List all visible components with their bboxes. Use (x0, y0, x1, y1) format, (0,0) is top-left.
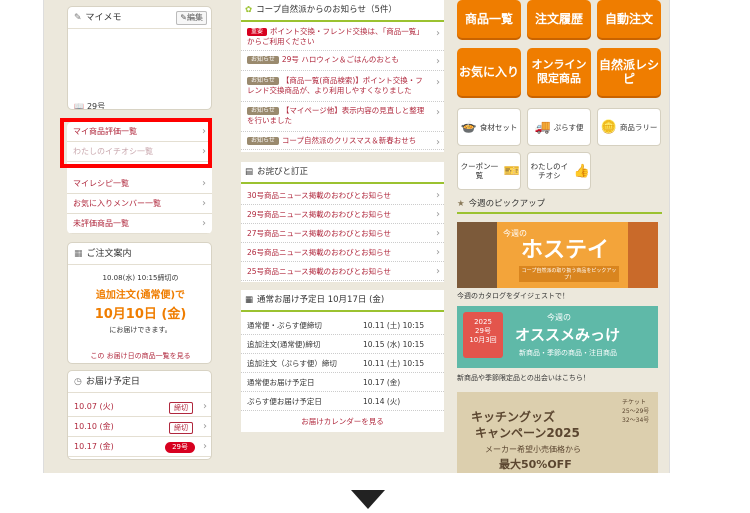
important-tag: 重要 (247, 28, 268, 36)
link-unrated-items[interactable]: 未評価商品一覧 (67, 214, 212, 234)
coupon-icon: 🎫 (503, 163, 520, 179)
auto-order-button[interactable]: 自動注文 (597, 0, 661, 38)
delivery-row: 通常便お届け予定日 10.17 (金) (241, 373, 444, 392)
memo-issue-number: 📖 29号 (74, 102, 106, 110)
food-set-icon: 🍲 (460, 119, 477, 135)
apology-item[interactable]: 25号商品ニュース掲載のおわびとお知らせ (241, 262, 444, 281)
notice-tag: お知らせ (247, 77, 279, 85)
schedule-row[interactable]: 10.17 (金) 29号 › (68, 437, 211, 457)
deadline-badge: 締切 (169, 402, 193, 414)
delivery-section: ▦ 通常お届け予定日 10月17日 (金) 通常便・ぷらす便締切 10.11 (土… (241, 290, 444, 432)
delivery-title: 通常お届け予定日 10月17日 (金) (257, 295, 385, 305)
browser-screenshot: ✎ マイメモ ✎編集 📖 29号 マイ商品評価一覧 わたしのイチオシ一覧 マイレ… (43, 0, 670, 473)
osusume-title: オススメみっけ (515, 326, 621, 344)
order-type-text: 追加注文(通常便)で (95, 290, 186, 301)
calendar-icon: ▦ (74, 248, 83, 259)
chevron-right-icon: › (203, 421, 207, 432)
leaf-icon: ✿ (245, 5, 253, 15)
favorites-button[interactable]: お気に入り (457, 48, 521, 96)
order-info-panel: ▦ ご注文案内 10.08(水) 10:15締切の 追加注文(通常便)で 10月… (67, 242, 212, 364)
issue-badge: 2025 29号 10月3回 (463, 312, 503, 358)
link-my-recipes[interactable]: マイレシピ一覧 (67, 174, 212, 194)
order-items-link[interactable]: この お届け日の商品一覧を見る (68, 351, 211, 361)
star-icon: ★ (457, 199, 465, 209)
hostei-banner[interactable]: 今週の ホステイ コープ自然派の取り扱う商品をピックアップ！ (457, 222, 658, 288)
online-limited-button[interactable]: オンライン限定商品 (527, 48, 591, 96)
schedule-title: お届け予定日 (85, 376, 140, 387)
document-icon: ▤ (245, 167, 254, 177)
my-memo-panel: ✎ マイメモ ✎編集 📖 29号 (67, 6, 212, 110)
order-deadline-text: 10.08(水) 10:15締切の (102, 274, 179, 282)
thumbs-up-icon: 👍 (573, 163, 590, 179)
pickup-title: ★ 今週のピックアップ (457, 196, 662, 214)
hostei-caption: 今週のカタログをダイジェストで！ (457, 292, 569, 300)
notice-tag: お知らせ (247, 107, 279, 115)
recipe-button[interactable]: 自然派レシピ (597, 48, 661, 96)
news-item[interactable]: お知らせ 【商品一覧(商品検索)】ポイント交換・フレンド交換商品が、より利用しやす… (241, 76, 444, 102)
order-history-button[interactable]: 注文履歴 (527, 0, 591, 38)
delivery-row: ぷらす便お届け予定日 10.14 (火) (241, 392, 444, 411)
calendar-icon: ▦ (245, 295, 254, 305)
product-rally-button[interactable]: 🪙 商品ラリー (597, 108, 661, 146)
hostei-title: ホステイ (521, 238, 610, 263)
order-note-text: にお届けできます。 (109, 326, 172, 334)
news-item[interactable]: 重要 ポイント交換・フレンド交換は、「商品一覧」からご利用ください (241, 27, 444, 51)
apology-item[interactable]: 30号商品ニュース掲載のおわびとお知らせ (241, 186, 444, 205)
chevron-right-icon: › (203, 401, 207, 412)
coins-icon: 🪙 (600, 119, 617, 135)
book-icon: 📖 (74, 102, 84, 110)
delivery-row: 追加注文(通常便)締切 10.15 (水) 10:15 (241, 335, 444, 354)
osusume-caption: 新商品や季節限定品との出会いはこちら！ (457, 374, 590, 382)
coupon-list-button[interactable]: クーポン一覧 🎫 (457, 152, 521, 190)
apology-section: ▤ お詫びと訂正 30号商品ニュース掲載のおわびとお知らせ 29号商品ニュース掲… (241, 162, 444, 282)
osusume-banner[interactable]: 2025 29号 10月3回 今週の オススメみっけ 新商品・季節の商品・注目商… (457, 306, 658, 368)
memo-icon: ✎ (74, 12, 82, 23)
apology-item[interactable]: 29号商品ニュース掲載のおわびとお知らせ (241, 205, 444, 224)
deadline-badge: 締切 (169, 422, 193, 434)
news-title: コープ自然派からのお知らせ（5件） (256, 5, 397, 15)
delivery-row: 追加注文（ぷらす便）締切 10.11 (土) 10:15 (241, 354, 444, 373)
vegetable-image (457, 222, 497, 288)
issue-badge: 29号 (165, 442, 195, 453)
news-section: ✿ コープ自然派からのお知らせ（5件） 重要 ポイント交換・フレンド交換は、「商品… (241, 0, 444, 152)
schedule-row[interactable]: 10.10 (金) 締切 › (68, 417, 211, 437)
food-set-button[interactable]: 🍲 食材セット (457, 108, 521, 146)
down-arrow-icon (351, 490, 385, 509)
link-favorite-members[interactable]: お気に入りメンバー一覧 (67, 194, 212, 214)
news-item[interactable]: お知らせ 【マイページ他】表示内容の見直しと整理を行いました (241, 106, 444, 132)
kitchen-goods-banner[interactable]: キッチングッズ キャンペーン2025 メーカー希望小売価格から 最大50%OFF… (457, 392, 658, 473)
memo-edit-button[interactable]: ✎編集 (176, 11, 207, 25)
highlight-frame (60, 118, 212, 168)
schedule-row[interactable]: 10.07 (火) 締切 › (68, 397, 211, 417)
notice-tag: お知らせ (247, 56, 279, 64)
plus-delivery-button[interactable]: 🚚 ぷらす便 (527, 108, 591, 146)
apology-item[interactable]: 27号商品ニュース掲載のおわびとお知らせ (241, 224, 444, 243)
notice-tag: お知らせ (247, 137, 279, 145)
news-item[interactable]: お知らせ 29号 ハロウィン＆ごはんのおとも (241, 55, 444, 71)
chevron-right-icon: › (203, 441, 207, 452)
delivery-calendar-link[interactable]: お届けカレンダーを見る (241, 416, 444, 427)
delivery-row: 通常便・ぷらす便締切 10.11 (土) 10:15 (241, 316, 444, 335)
truck-icon: 🚚 (534, 119, 551, 135)
delivery-schedule-panel: ◷ お届け予定日 10.07 (火) 締切 › 10.10 (金) 締切 › 1… (67, 370, 212, 460)
vegetable-image (628, 222, 658, 288)
apology-item[interactable]: 26号商品ニュース掲載のおわびとお知らせ (241, 243, 444, 262)
news-item[interactable]: お知らせ コープ自然派のクリスマス＆新春おせち (241, 136, 444, 150)
clock-icon: ◷ (74, 376, 82, 387)
product-list-button[interactable]: 商品一覧 (457, 0, 521, 38)
my-pick-button[interactable]: わたしのイチオシ 👍 (527, 152, 591, 190)
apology-title: お詫びと訂正 (257, 167, 309, 177)
order-date-text: 10月10日 (金) (94, 307, 187, 322)
order-info-title: ご注文案内 (86, 248, 132, 259)
